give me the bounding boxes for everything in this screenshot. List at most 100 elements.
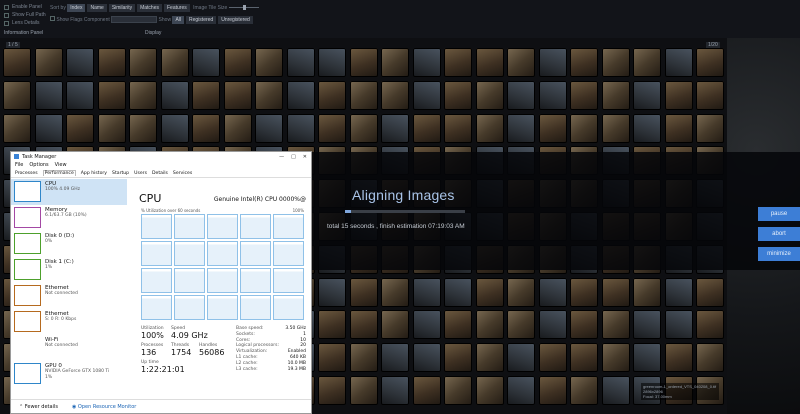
image-thumbnail[interactable] bbox=[601, 80, 630, 110]
resource-item[interactable]: Wi-Fi Not connected bbox=[11, 335, 127, 361]
image-thumbnail[interactable] bbox=[696, 113, 724, 143]
tab-performance[interactable]: Performance bbox=[42, 170, 76, 176]
image-thumbnail[interactable] bbox=[412, 375, 441, 405]
image-thumbnail[interactable] bbox=[507, 277, 535, 307]
image-thumbnail[interactable] bbox=[286, 113, 315, 143]
image-thumbnail[interactable] bbox=[507, 343, 535, 373]
image-thumbnail[interactable] bbox=[507, 375, 535, 405]
image-thumbnail[interactable] bbox=[349, 375, 378, 405]
component-select[interactable] bbox=[111, 16, 158, 24]
tab-details[interactable]: Details bbox=[152, 171, 168, 176]
option-enable-panel[interactable]: Enable Panel bbox=[4, 3, 46, 11]
image-thumbnail[interactable] bbox=[223, 113, 252, 143]
image-thumbnail[interactable] bbox=[381, 113, 409, 143]
image-thumbnail[interactable] bbox=[633, 113, 661, 143]
image-thumbnail[interactable] bbox=[444, 277, 472, 307]
image-thumbnail[interactable] bbox=[129, 48, 157, 77]
show-registered-button[interactable]: Registered bbox=[186, 16, 217, 24]
image-thumbnail[interactable] bbox=[601, 277, 630, 307]
image-thumbnail[interactable] bbox=[475, 113, 504, 143]
image-thumbnail[interactable] bbox=[3, 48, 31, 77]
image-thumbnail[interactable] bbox=[34, 113, 63, 143]
image-thumbnail[interactable] bbox=[507, 113, 535, 143]
image-thumbnail[interactable] bbox=[475, 310, 504, 340]
image-thumbnail[interactable] bbox=[570, 80, 598, 110]
image-thumbnail[interactable] bbox=[412, 310, 441, 340]
menu-file[interactable]: File bbox=[15, 162, 23, 168]
image-thumbnail[interactable] bbox=[507, 48, 535, 77]
image-thumbnail[interactable] bbox=[633, 310, 661, 340]
image-thumbnail[interactable] bbox=[3, 80, 31, 110]
image-thumbnail[interactable] bbox=[507, 80, 535, 110]
option-show-full-path[interactable]: Show Full Path bbox=[4, 11, 46, 19]
resource-item[interactable]: Disk 1 (C:) 1% bbox=[11, 257, 127, 283]
pause-button[interactable]: pause bbox=[758, 207, 800, 221]
show-all-button[interactable]: All bbox=[172, 16, 185, 24]
image-thumbnail[interactable] bbox=[129, 113, 157, 143]
resource-item[interactable]: Memory 6.1/63.7 GB (10%) bbox=[11, 205, 127, 231]
image-thumbnail[interactable] bbox=[255, 48, 283, 77]
image-thumbnail[interactable] bbox=[538, 277, 567, 307]
resource-item[interactable]: GPU 0 NVIDIA GeForce GTX 1080 Ti 1% bbox=[11, 361, 127, 387]
image-thumbnail[interactable] bbox=[664, 113, 693, 143]
resource-item[interactable]: Disk 0 (D:) 0% bbox=[11, 231, 127, 257]
image-thumbnail[interactable] bbox=[34, 48, 63, 77]
image-thumbnail[interactable] bbox=[129, 80, 157, 110]
image-thumbnail[interactable] bbox=[664, 80, 693, 110]
tile-size-slider[interactable] bbox=[228, 5, 259, 11]
image-thumbnail[interactable] bbox=[412, 48, 441, 77]
image-thumbnail[interactable] bbox=[475, 277, 504, 307]
abort-button[interactable]: abort bbox=[758, 227, 800, 241]
image-thumbnail[interactable] bbox=[664, 343, 693, 373]
open-resource-monitor-link[interactable]: ◉ Open Resource Monitor bbox=[72, 404, 136, 410]
image-thumbnail[interactable] bbox=[160, 48, 189, 77]
image-thumbnail[interactable] bbox=[318, 48, 346, 77]
image-thumbnail[interactable] bbox=[444, 343, 472, 373]
maximize-window-icon[interactable]: □ bbox=[291, 154, 296, 160]
image-thumbnail[interactable] bbox=[349, 113, 378, 143]
image-thumbnail[interactable] bbox=[318, 80, 346, 110]
image-thumbnail[interactable] bbox=[570, 343, 598, 373]
image-thumbnail[interactable] bbox=[570, 310, 598, 340]
sort-index-button[interactable]: Index bbox=[67, 4, 86, 12]
image-thumbnail[interactable] bbox=[192, 113, 220, 143]
image-thumbnail[interactable] bbox=[444, 80, 472, 110]
image-thumbnail[interactable] bbox=[381, 277, 409, 307]
menu-view[interactable]: View bbox=[55, 162, 67, 168]
resource-item[interactable]: Ethernet S: 0 R: 0 Kbps bbox=[11, 309, 127, 335]
image-thumbnail[interactable] bbox=[664, 48, 693, 77]
image-thumbnail[interactable] bbox=[538, 375, 567, 405]
image-thumbnail[interactable] bbox=[160, 80, 189, 110]
image-thumbnail[interactable] bbox=[664, 277, 693, 307]
image-thumbnail[interactable] bbox=[538, 310, 567, 340]
resource-item[interactable]: Ethernet Not connected bbox=[11, 283, 127, 309]
image-thumbnail[interactable] bbox=[97, 48, 126, 77]
sort-features-button[interactable]: Features bbox=[164, 4, 190, 12]
sort-matches-button[interactable]: Matches bbox=[137, 4, 162, 12]
image-thumbnail[interactable] bbox=[223, 48, 252, 77]
image-thumbnail[interactable] bbox=[570, 113, 598, 143]
image-thumbnail[interactable] bbox=[318, 343, 346, 373]
image-thumbnail[interactable] bbox=[223, 80, 252, 110]
image-thumbnail[interactable] bbox=[696, 48, 724, 77]
image-thumbnail[interactable] bbox=[412, 343, 441, 373]
minimize-button[interactable]: minimize bbox=[758, 247, 800, 261]
image-thumbnail[interactable] bbox=[601, 48, 630, 77]
image-thumbnail[interactable] bbox=[349, 343, 378, 373]
fewer-details-link[interactable]: ⌃ Fewer details bbox=[19, 404, 58, 410]
image-thumbnail[interactable] bbox=[381, 375, 409, 405]
menu-options[interactable]: Options bbox=[29, 162, 48, 168]
image-thumbnail[interactable] bbox=[444, 48, 472, 77]
image-thumbnail[interactable] bbox=[255, 113, 283, 143]
image-thumbnail[interactable] bbox=[318, 113, 346, 143]
image-thumbnail[interactable] bbox=[412, 80, 441, 110]
image-thumbnail[interactable] bbox=[97, 113, 126, 143]
image-thumbnail[interactable] bbox=[381, 48, 409, 77]
tab-services[interactable]: Services bbox=[173, 171, 192, 176]
image-thumbnail[interactable] bbox=[381, 343, 409, 373]
resource-item[interactable]: CPU 100% 4.09 GHz bbox=[11, 179, 127, 205]
image-thumbnail[interactable] bbox=[349, 80, 378, 110]
image-thumbnail[interactable] bbox=[633, 80, 661, 110]
image-thumbnail[interactable] bbox=[349, 310, 378, 340]
image-thumbnail[interactable] bbox=[538, 343, 567, 373]
